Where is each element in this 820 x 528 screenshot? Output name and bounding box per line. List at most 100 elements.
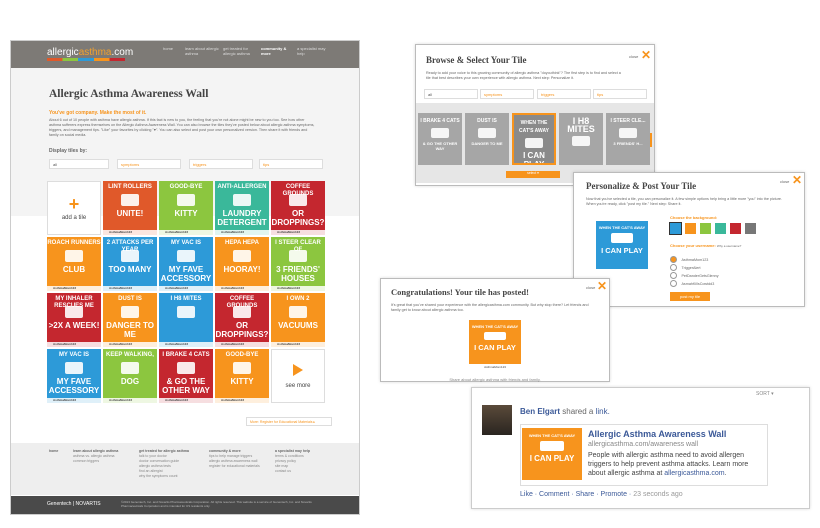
filter-symptoms[interactable]: symptoms (117, 159, 181, 169)
personalize-intro: Now that you've selected a tile, you can… (586, 197, 782, 206)
wall-tile[interactable]: I OWN 2 VACUUMS AsthmaMom123 (271, 293, 325, 347)
tile-graphic-icon (121, 306, 139, 318)
wall-tile[interactable]: KEEP WALKING, DOG AsthmaMom123 (103, 349, 157, 403)
color-swatch[interactable] (700, 223, 711, 234)
username-option[interactable]: AsmahKillsCowtdd3 (670, 275, 714, 293)
close-label[interactable]: close (586, 285, 595, 290)
logo-color-bar (47, 58, 125, 61)
tile-bottom-text: & GO THE OTHER WAY (162, 377, 210, 395)
close-icon[interactable]: ✕ (792, 174, 802, 186)
tile-bottom-text: 3 FRIENDS' HOUSES (276, 265, 320, 283)
tile-bottom-text: DANGER TO ME (106, 321, 154, 339)
cat-icon (540, 441, 564, 451)
post-actions[interactable]: Like · Comment · Share · Promote · 23 se… (520, 491, 683, 498)
nav-community[interactable]: community & more (261, 46, 295, 56)
tile-graphic-icon (177, 194, 195, 206)
browse-tile[interactable]: I BRAKE 4 CATS & GO THE OTHER WAY (418, 113, 462, 165)
color-swatch[interactable] (685, 223, 696, 234)
radio-icon (670, 280, 677, 288)
tile-top-text: GOOD-BYE (225, 352, 259, 358)
wall-tile[interactable]: COFFEE GROUNDSOR DROPPINGS?AsthmaMom123 (271, 181, 325, 235)
wall-tile[interactable]: ROACH RUNNERS CLUB AsthmaMom123 (47, 237, 101, 291)
site-logo[interactable]: allergicasthma.com (47, 47, 133, 58)
awareness-wall-page: allergicasthma.com home learn about alle… (10, 40, 360, 515)
tile-bottom-text: VACUUMS (278, 321, 318, 330)
link-word: link. (595, 407, 610, 416)
wall-tile[interactable]: 2 ATTACKS PER YEARTOO MANYAsthmaMom123 (103, 237, 157, 291)
add-tile-button[interactable]: + add a tile (47, 181, 101, 235)
cat-icon (484, 332, 506, 340)
see-more-button[interactable]: see more (271, 349, 325, 403)
close-label[interactable]: close (629, 54, 638, 59)
footer-col-treated: get treated for allergic asthma talk to y… (139, 449, 189, 478)
wall-tile[interactable]: I STEER CLEAR OF3 FRIENDS' HOUSESAsthmaM… (271, 237, 325, 291)
tile-bottom-text: TOO MANY (108, 265, 152, 274)
nav-get-treated[interactable]: get treated for allergic asthma (223, 46, 257, 56)
tile-username: AsthmaMom123 (215, 342, 269, 347)
close-icon[interactable]: ✕ (641, 49, 651, 61)
tile-bottom-text: MY FAVE ACCESSORY (48, 377, 100, 395)
browse-tile-selected[interactable]: WHEN THE CAT'S AWAY I CAN PLAY (512, 113, 556, 165)
color-swatch[interactable] (730, 223, 741, 234)
tile-graphic-icon (65, 250, 83, 262)
congrats-text: It's great that you've shared your exper… (391, 303, 589, 312)
wall-tile[interactable]: GOOD-BYE KITTY AsthmaMom123 (215, 349, 269, 403)
wall-tile[interactable]: I H8 MITES AsthmaMom123 (159, 293, 213, 347)
filter-all[interactable]: all (49, 159, 109, 169)
close-label[interactable]: close (780, 179, 789, 184)
wall-tile[interactable]: I BRAKE 4 CATS & GO THE OTHER WAY AsthmaMo… (159, 349, 213, 403)
color-swatch[interactable] (715, 223, 726, 234)
tile-bottom-text: KITTY (230, 377, 254, 386)
browse-intro: Ready to add your voice to this growing … (426, 71, 621, 80)
nav-learn[interactable]: learn about allergic asthma (185, 46, 219, 56)
register-link[interactable]: More: Register for Educational Materials… (246, 417, 332, 426)
wall-tile[interactable]: MY INHALER RESCUES ME>2X A WEEK!AsthmaMo… (47, 293, 101, 347)
tile-graphic-icon (65, 362, 83, 374)
nav-specialist[interactable]: a specialist may help (297, 46, 331, 56)
tile-username: AsthmaMom123 (215, 230, 269, 235)
filter-triggers[interactable]: triggers (189, 159, 253, 169)
tile-graphic-icon (572, 136, 590, 146)
wall-tile[interactable]: MY VAC IS MY FAVE ACCESSORY AsthmaMom123 (159, 237, 213, 291)
color-swatch[interactable] (669, 222, 682, 235)
congrats-dialog: Congratulations! Your tile has posted! c… (380, 278, 610, 382)
browse-tile[interactable]: I STEER CLE... 3 FRIENDS' H... (606, 113, 650, 165)
wall-tile[interactable]: LINT ROLLERS UNITE! AsthmaMom123 (103, 181, 157, 235)
wall-tile[interactable]: MY VAC IS MY FAVE ACCESSORY AsthmaMom123 (47, 349, 101, 403)
tile-username: AsthmaMom123 (271, 286, 325, 291)
browse-filter-all[interactable]: all (424, 89, 478, 99)
tile-username: AsthmaMom123 (159, 286, 213, 291)
sort-dropdown[interactable]: SORT ▾ (756, 391, 774, 397)
post-header: Ben Elgart shared a link. (520, 407, 610, 416)
browse-filter-tips[interactable]: tips (593, 89, 647, 99)
link-title[interactable]: Allergic Asthma Awareness Wall (588, 429, 726, 439)
tagline: You've got company. Make the most of it. (49, 110, 147, 116)
close-icon[interactable]: ✕ (597, 280, 607, 292)
tile-bottom-text: DOG (120, 377, 140, 386)
preview-tile: WHEN THE CAT'S AWAY I CAN PLAY (596, 221, 648, 269)
filter-tips[interactable]: tips (259, 159, 323, 169)
tile-graphic-icon (121, 250, 139, 262)
tile-username: AsthmaMom123 (47, 342, 101, 347)
tile-graphic-icon (177, 250, 195, 262)
browse-tile[interactable]: DUST IS DANGER TO ME (465, 113, 509, 165)
tile-username: AsthmaMom123 (47, 286, 101, 291)
avatar[interactable] (482, 405, 512, 435)
tile-graphic-icon (233, 306, 251, 318)
display-label: Display tiles by: (49, 148, 88, 154)
tile-graphic-icon (478, 128, 496, 138)
footer-col-specialist: a specialist may help terms & conditions p… (275, 449, 311, 473)
browse-filter-triggers[interactable]: triggers (537, 89, 591, 99)
post-tile-button[interactable]: post my tile (670, 292, 710, 301)
wall-tile[interactable]: ANTI-ALLERGEN LAUNDRY DETERGENT AsthmaMom1… (215, 181, 269, 235)
browse-tile[interactable]: I H8 MITES (559, 113, 603, 165)
wall-tile[interactable]: DUST IS DANGER TO ME AsthmaMom123 (103, 293, 157, 347)
color-swatch[interactable] (745, 223, 756, 234)
wall-tile[interactable]: HEPA HEPA HOORAY! AsthmaMom123 (215, 237, 269, 291)
select-button[interactable]: select ▾ (506, 171, 560, 178)
wall-tile[interactable]: GOOD-BYE KITTY AsthmaMom123 (159, 181, 213, 235)
plus-icon: + (68, 194, 80, 214)
tile-username: AsthmaMom123 (215, 286, 269, 291)
wall-tile[interactable]: COFFEE GROUNDSOR DROPPINGS?AsthmaMom123 (215, 293, 269, 347)
browse-filter-symptoms[interactable]: symptoms (480, 89, 534, 99)
